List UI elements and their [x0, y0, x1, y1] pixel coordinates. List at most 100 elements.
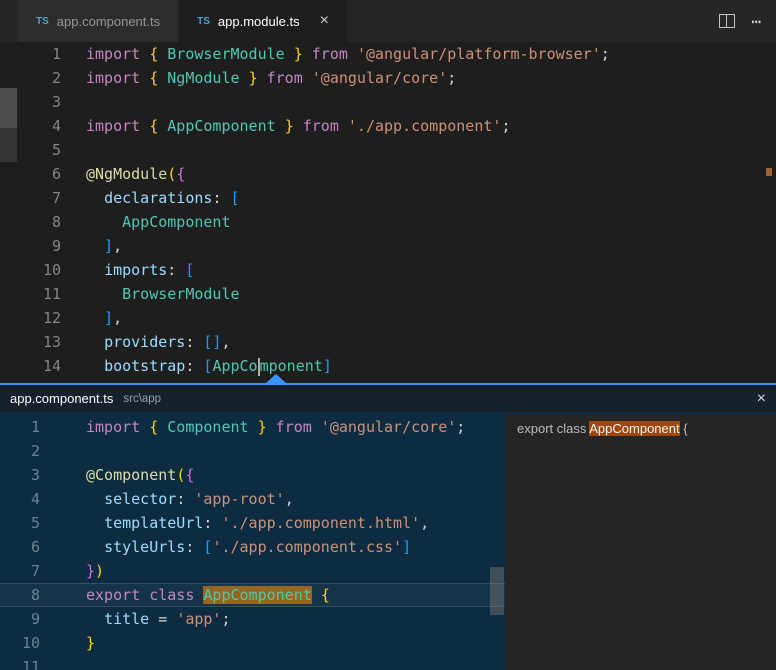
peek-path: src\app — [123, 393, 161, 405]
code-token — [312, 586, 321, 604]
split-editor-icon[interactable] — [719, 14, 735, 28]
line-content: title = 'app'; — [40, 607, 231, 631]
tab-label: app.module.ts — [218, 14, 300, 29]
code-line[interactable]: 3@Component({ — [0, 463, 505, 487]
line-number: 11 — [0, 655, 40, 670]
code-line[interactable]: 3 — [0, 90, 776, 114]
peek-body: 1import { Component } from '@angular/cor… — [0, 414, 776, 670]
code-token: : — [203, 514, 221, 532]
code-line[interactable]: 2 — [0, 439, 505, 463]
code-token: from — [303, 117, 339, 135]
code-token: import — [86, 69, 140, 87]
code-line[interactable]: 4 selector: 'app-root', — [0, 487, 505, 511]
tab-app-component-ts[interactable]: TS app.component.ts — [18, 0, 179, 42]
code-token: @Component — [86, 466, 176, 484]
peek-definition-widget: app.component.ts src\app × 1import { Com… — [0, 383, 776, 670]
code-token: , — [221, 333, 230, 351]
code-line[interactable]: 1import { Component } from '@angular/cor… — [0, 415, 505, 439]
code-line[interactable]: 13 providers: [], — [0, 330, 776, 354]
code-line[interactable]: 10} — [0, 631, 505, 655]
line-content: BrowserModule — [61, 282, 240, 306]
code-token: [ — [185, 261, 194, 279]
code-token — [303, 45, 312, 63]
editor-app-module[interactable]: 1import { BrowserModule } from '@angular… — [0, 42, 776, 383]
typescript-file-icon: TS — [197, 16, 210, 27]
line-content: ], — [61, 306, 122, 330]
code-line[interactable]: 1import { BrowserModule } from '@angular… — [0, 42, 776, 66]
left-scrollbar-thumb[interactable] — [0, 88, 17, 128]
peek-editor-app-component[interactable]: 1import { Component } from '@angular/cor… — [0, 414, 505, 670]
code-token — [240, 69, 249, 87]
code-token: ; — [447, 69, 456, 87]
tab-app-module-ts[interactable]: TS app.module.ts × — [179, 0, 348, 42]
code-line[interactable]: 12 ], — [0, 306, 776, 330]
code-token — [348, 45, 357, 63]
peek-close-icon[interactable]: × — [757, 391, 766, 407]
code-token: imports — [104, 261, 167, 279]
code-token — [158, 45, 167, 63]
code-token: { — [149, 45, 158, 63]
code-line[interactable]: 7}) — [0, 559, 505, 583]
code-token: NgModule — [167, 69, 239, 87]
code-token — [86, 237, 104, 255]
code-token: ] — [402, 538, 411, 556]
code-token — [249, 418, 258, 436]
code-token: [ — [231, 189, 240, 207]
code-token — [158, 418, 167, 436]
peek-references-panel: export class AppComponent { — [505, 414, 776, 670]
line-content: } — [40, 631, 95, 655]
code-line[interactable]: 2import { NgModule } from '@angular/core… — [0, 66, 776, 90]
code-token — [312, 418, 321, 436]
code-line[interactable]: 10 imports: [ — [0, 258, 776, 282]
code-token: AppCo — [212, 357, 257, 375]
left-scrollbar-track[interactable] — [0, 128, 17, 162]
code-token: AppComponent — [589, 421, 679, 436]
line-content — [61, 90, 86, 114]
line-content — [40, 655, 86, 670]
code-line[interactable]: 8 AppComponent — [0, 210, 776, 234]
code-token: ; — [501, 117, 510, 135]
code-token: from — [276, 418, 312, 436]
line-content: import { BrowserModule } from '@angular/… — [61, 42, 610, 66]
code-token — [339, 117, 348, 135]
code-token: '@angular/platform-browser' — [357, 45, 601, 63]
code-token — [258, 69, 267, 87]
code-token: } — [86, 634, 95, 652]
code-line[interactable]: 9 title = 'app'; — [0, 607, 505, 631]
code-line[interactable]: 14 bootstrap: [AppComponent] — [0, 354, 776, 378]
code-line[interactable]: 11 — [0, 655, 505, 670]
code-token: BrowserModule — [122, 285, 239, 303]
code-line[interactable]: 5 — [0, 138, 776, 162]
code-line[interactable]: 6@NgModule({ — [0, 162, 776, 186]
more-actions-icon[interactable]: ⋯ — [751, 12, 762, 31]
line-content: @NgModule({ — [61, 162, 185, 186]
code-line[interactable]: export class AppComponent { — [505, 416, 776, 442]
code-token: from — [312, 45, 348, 63]
code-token: './app.component.css' — [212, 538, 402, 556]
peek-editor-scrollbar[interactable] — [490, 567, 504, 615]
code-token — [267, 418, 276, 436]
code-token: } — [86, 562, 95, 580]
code-line[interactable]: 7 declarations: [ — [0, 186, 776, 210]
code-line[interactable]: 11 BrowserModule — [0, 282, 776, 306]
line-content: declarations: [ — [61, 186, 240, 210]
code-line[interactable]: 5 templateUrl: './app.component.html', — [0, 511, 505, 535]
code-token: import — [86, 117, 140, 135]
code-token: ( — [167, 165, 176, 183]
code-token: , — [285, 490, 294, 508]
code-token: AppComponent — [167, 117, 275, 135]
line-content: export class AppComponent { — [40, 583, 330, 607]
code-line[interactable]: 6 styleUrls: ['./app.component.css'] — [0, 535, 505, 559]
code-token: ] — [323, 357, 332, 375]
code-line[interactable]: 9 ], — [0, 234, 776, 258]
tab-bar: TS app.component.ts TS app.module.ts × ⋯ — [0, 0, 776, 42]
code-line[interactable]: 4import { AppComponent } from './app.com… — [0, 114, 776, 138]
code-token — [86, 285, 122, 303]
code-token — [86, 538, 104, 556]
code-token: class — [149, 586, 194, 604]
code-line[interactable]: 8export class AppComponent { — [0, 583, 505, 607]
code-token: { — [149, 418, 158, 436]
line-content: imports: [ — [61, 258, 194, 282]
close-tab-icon[interactable]: × — [320, 13, 329, 29]
code-token: , — [113, 309, 122, 327]
